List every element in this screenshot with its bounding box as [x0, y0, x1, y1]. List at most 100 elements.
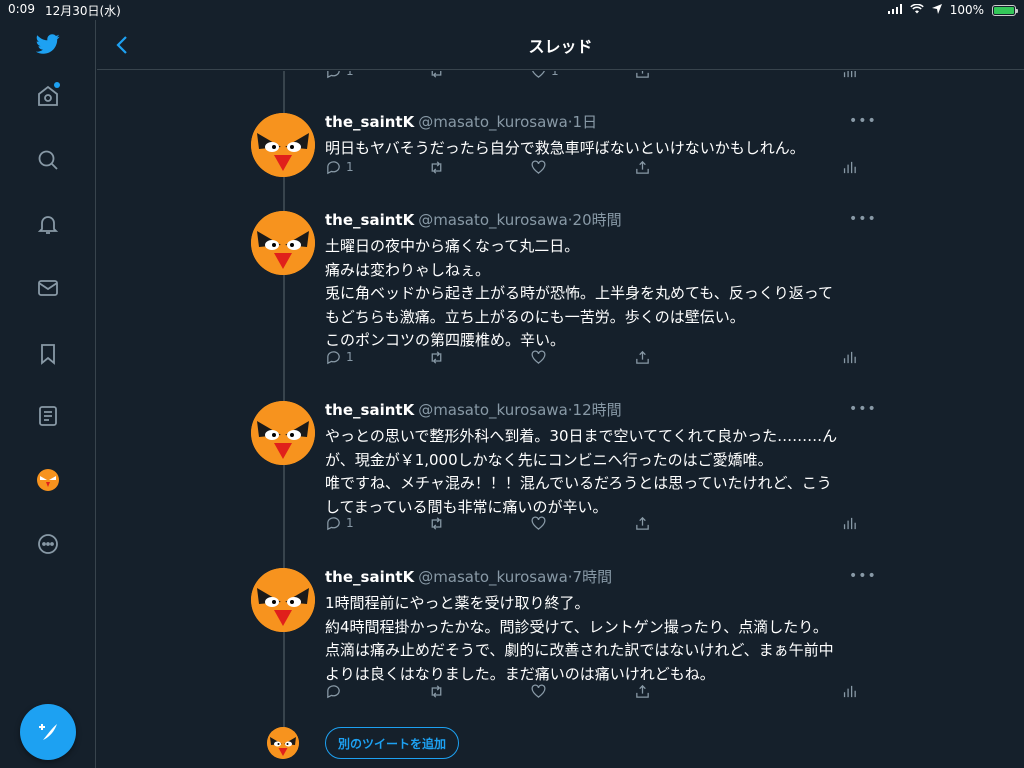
add-another-tweet-button[interactable]: 別のツイートを追加 — [325, 727, 460, 759]
more-options-button[interactable]: ••• — [849, 568, 877, 584]
status-bar: 0:09 12月30日(水) 100% — [0, 0, 1024, 20]
display-name[interactable]: the_saintK — [325, 113, 414, 131]
reply-count: 1 — [346, 160, 354, 174]
twitter-logo-icon[interactable] — [34, 30, 62, 58]
page-title: スレッド — [528, 36, 593, 56]
more-options-button[interactable]: ••• — [849, 401, 877, 417]
retweet-icon — [431, 160, 442, 174]
tweet-time[interactable]: ·12時間 — [568, 401, 622, 419]
retweet-icon — [431, 350, 442, 364]
like-button[interactable]: 1 — [530, 71, 559, 80]
share-icon — [636, 684, 649, 698]
tweet-time[interactable]: ·1日 — [568, 113, 597, 131]
lists-icon[interactable] — [34, 402, 62, 430]
display-name[interactable]: the_saintK — [325, 568, 414, 586]
more-options-button[interactable]: ••• — [849, 211, 877, 227]
tweet-header: the_saintK @masato_kurosawa·1日 — [325, 111, 597, 132]
profile-avatar-icon[interactable] — [34, 466, 62, 494]
tweet-line: やっとの思いで整形外科へ到着。30日まで空いててくれて良かった………ん — [325, 427, 838, 445]
home-icon[interactable] — [34, 82, 62, 110]
reply-button[interactable]: 1 — [325, 349, 354, 366]
analytics-button[interactable] — [841, 683, 858, 700]
tweet-line: 唯ですね、メチャ混み！！！混んでいるだろうとは思っていたけれど、こう — [325, 474, 832, 492]
retweet-button[interactable] — [428, 683, 445, 700]
back-chevron-icon[interactable] — [111, 33, 135, 57]
share-button[interactable] — [634, 349, 651, 366]
tweet-time[interactable]: ·7時間 — [568, 568, 612, 586]
reply-button[interactable]: 1 — [325, 515, 354, 532]
tweet-line: 約4時間程掛かったかな。問診受けて、レントゲン撮ったり、点滴したり。 — [325, 617, 828, 636]
compose-tweet-button[interactable] — [20, 704, 76, 760]
reply-button[interactable]: 1 — [325, 159, 354, 176]
retweet-icon — [431, 71, 442, 78]
like-button[interactable] — [530, 683, 547, 700]
analytics-button[interactable] — [841, 349, 858, 366]
like-button[interactable] — [530, 349, 547, 366]
tweet-time[interactable]: ·20時間 — [568, 211, 622, 229]
avatar[interactable] — [251, 568, 315, 632]
reply-button[interactable] — [325, 683, 346, 700]
retweet-button[interactable] — [428, 515, 445, 532]
user-handle[interactable]: @masato_kurosawa — [418, 401, 568, 419]
heart-icon — [531, 683, 546, 698]
reply-icon — [327, 350, 340, 364]
angry-bird-avatar-icon — [267, 727, 299, 759]
retweet-button[interactable] — [428, 71, 445, 80]
tweet-line: 点滴は痛み止めだそうで、劇的に改善された訳ではないけれど、まぁ午前中 — [325, 641, 834, 659]
reply-icon — [327, 516, 340, 530]
tweet-line: してまっている間も非常に痛いのが辛い。 — [325, 497, 608, 516]
share-button[interactable] — [634, 159, 651, 176]
tweet[interactable]: the_saintK @masato_kurosawa·1日 ••• 明日もヤバそ… — [97, 111, 1024, 201]
tweet-line: よりは良くはなりました。まだ痛いのは痛いけれどもね。 — [325, 664, 715, 683]
display-name[interactable]: the_saintK — [325, 401, 414, 419]
analytics-button[interactable] — [841, 71, 858, 80]
angry-bird-avatar-icon — [251, 113, 315, 177]
analytics-button[interactable] — [841, 159, 858, 176]
sidebar — [0, 20, 96, 768]
analytics-icon — [843, 71, 856, 77]
tweet-text: 明日もヤバそうだったら自分で救急車呼ばないといけないかもしれん。 — [325, 137, 870, 161]
avatar[interactable] — [251, 401, 315, 465]
retweet-button[interactable] — [428, 349, 445, 366]
retweet-icon — [431, 684, 442, 698]
status-time: 0:09 — [8, 1, 35, 16]
more-options-icon[interactable] — [34, 530, 62, 558]
more-options-button[interactable]: ••• — [849, 113, 877, 129]
compose-feather-icon — [39, 724, 57, 740]
display-name[interactable]: the_saintK — [325, 211, 414, 229]
user-handle[interactable]: @masato_kurosawa — [418, 211, 568, 229]
angry-bird-avatar-icon — [251, 211, 315, 275]
tweet-line: このポンコツの第四腰椎め。辛い。 — [325, 331, 566, 349]
analytics-button[interactable] — [841, 515, 858, 532]
like-button[interactable] — [530, 159, 547, 176]
user-handle[interactable]: @masato_kurosawa — [418, 113, 568, 131]
avatar — [267, 727, 299, 759]
tweet-line: 土曜日の夜中から痛くなって丸二日。 — [325, 237, 580, 255]
retweet-button[interactable] — [428, 159, 445, 176]
explore-search-icon[interactable] — [34, 146, 62, 174]
messages-envelope-icon[interactable] — [34, 274, 62, 302]
location-icon — [931, 3, 942, 17]
reply-count: 1 — [346, 516, 354, 530]
tweet[interactable]: the_saintK @masato_kurosawa·20時間 ••• 土曜日の… — [97, 209, 1024, 379]
tweet-line: もどちらも激痛。立ち上がるのにも一苦労。歩くのは壁伝い。 — [325, 307, 745, 326]
reply-count: 1 — [346, 350, 354, 364]
tweet[interactable]: the_saintK @masato_kurosawa·7時間 ••• 1時間程前… — [97, 566, 1024, 716]
reply-button[interactable]: 1 — [325, 71, 354, 80]
reply-icon — [327, 71, 340, 78]
user-handle[interactable]: @masato_kurosawa — [418, 568, 568, 586]
share-button[interactable] — [634, 71, 651, 80]
analytics-icon — [843, 351, 856, 363]
tweet[interactable]: the_saintK @masato_kurosawa·12時間 ••• やっとの… — [97, 399, 1024, 549]
notifications-bell-icon[interactable] — [34, 210, 62, 238]
signal-icon — [887, 3, 902, 17]
share-button[interactable] — [634, 515, 651, 532]
avatar[interactable] — [251, 211, 315, 275]
avatar[interactable] — [251, 113, 315, 177]
bookmarks-icon[interactable] — [34, 340, 62, 368]
tweet-header: the_saintK @masato_kurosawa·7時間 — [325, 566, 612, 587]
like-button[interactable] — [530, 515, 547, 532]
battery-percent: 100% — [949, 3, 984, 17]
share-button[interactable] — [634, 683, 651, 700]
thread-header: スレッド — [97, 20, 1024, 70]
